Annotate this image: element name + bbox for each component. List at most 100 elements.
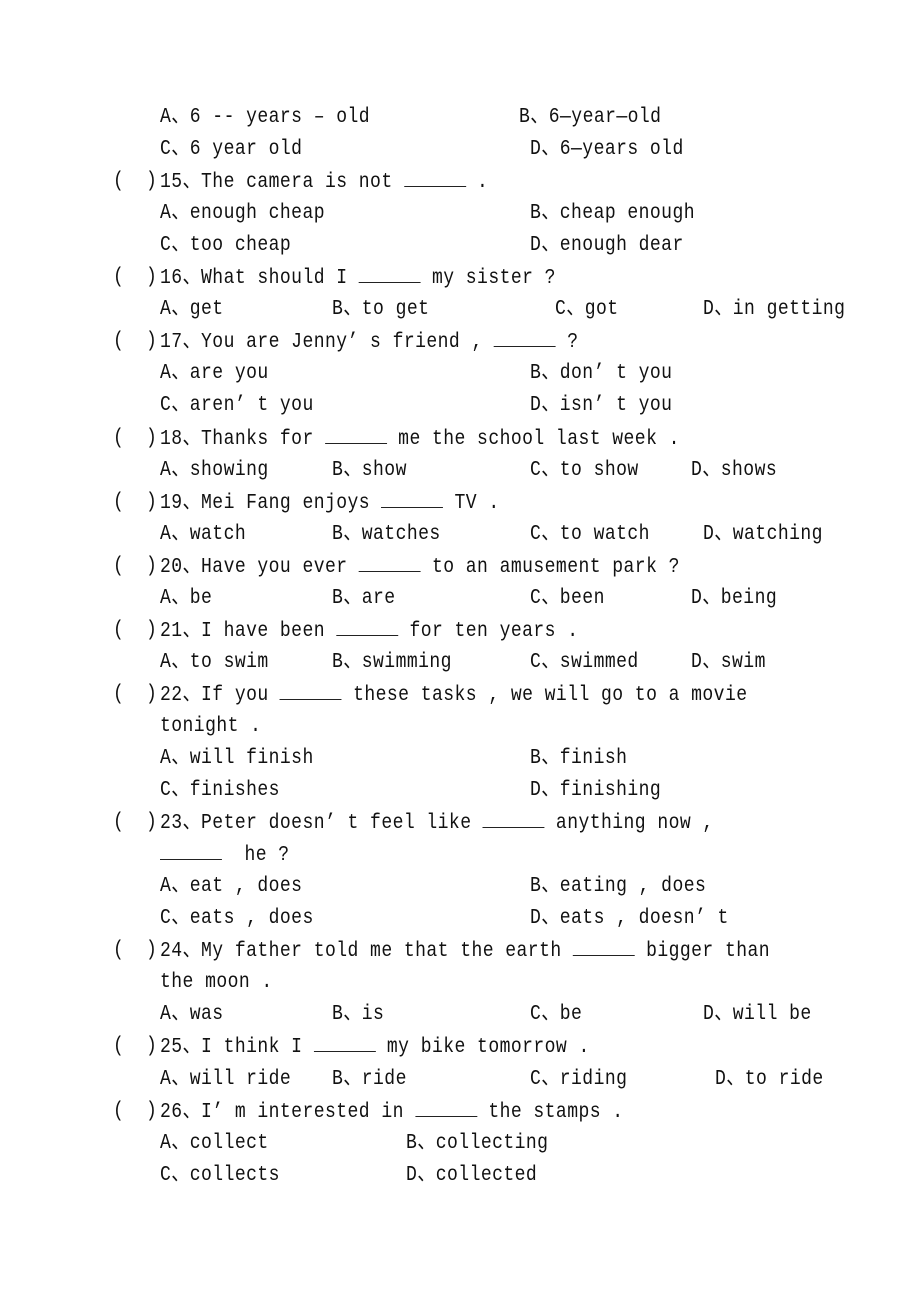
stem-text-after: to an amusement park ?	[420, 555, 680, 579]
answer-slot[interactable]	[124, 326, 144, 354]
option-c[interactable]: C、to show	[530, 455, 639, 487]
answer-slot[interactable]	[124, 423, 144, 451]
answer-slot[interactable]	[124, 487, 144, 515]
fill-in-blank	[358, 551, 421, 572]
stem-text-after: me the school last week .	[386, 427, 680, 451]
option-c[interactable]: C、swimmed	[530, 647, 639, 679]
option-letter: A	[160, 106, 172, 129]
option-d[interactable]: D、being	[691, 583, 777, 615]
option-b[interactable]: B、finish	[530, 743, 627, 775]
option-b[interactable]: B、are	[332, 583, 396, 615]
option-letter: C	[160, 1163, 172, 1187]
answer-slot[interactable]	[124, 807, 144, 835]
option-d[interactable]: D、swim	[691, 647, 766, 679]
option-a[interactable]: A、will finish	[160, 743, 314, 775]
options-row: A、to swim B、swimming C、swimmed D、swim	[0, 647, 920, 679]
question-stem-line: () 25、I think I my bike tomorrow .	[0, 1031, 920, 1063]
option-text: 6—years old	[559, 138, 684, 162]
option-text: will be	[732, 1003, 812, 1027]
option-a[interactable]: A、showing	[160, 455, 269, 487]
option-c[interactable]: C、to watch	[530, 519, 650, 551]
option-b[interactable]: B、watches	[332, 519, 441, 551]
answer-slot[interactable]	[124, 615, 144, 643]
option-letter: A	[160, 362, 172, 386]
option-d[interactable]: D、will be	[703, 999, 812, 1031]
option-b[interactable]: B、6—year—old	[519, 102, 661, 134]
stem-text-after: my bike tomorrow .	[375, 1036, 590, 1060]
answer-paren-close: )	[146, 490, 158, 514]
option-a[interactable]: A、be	[160, 583, 212, 615]
option-c[interactable]: C、been	[530, 583, 605, 615]
answer-slot[interactable]	[124, 262, 144, 290]
option-d[interactable]: D、watching	[703, 519, 823, 551]
option-d[interactable]: D、in getting	[703, 294, 845, 326]
option-d[interactable]: D、collected	[406, 1160, 537, 1192]
option-a[interactable]: A、are you	[160, 358, 269, 390]
option-b[interactable]: B、swimming	[332, 647, 452, 679]
option-b[interactable]: B、cheap enough	[530, 198, 695, 230]
option-d[interactable]: D、6—years old	[530, 134, 684, 166]
option-text: be	[189, 586, 213, 610]
option-letter: B	[530, 875, 542, 899]
option-text: shows	[720, 458, 778, 482]
fill-in-blank	[572, 935, 635, 957]
option-a[interactable]: A、get	[160, 294, 224, 326]
option-c[interactable]: C、collects	[160, 1160, 280, 1192]
option-c[interactable]: C、got	[555, 294, 619, 326]
option-a[interactable]: A、watch	[160, 519, 246, 551]
option-b[interactable]: B、is	[332, 999, 384, 1031]
option-c[interactable]: C、6 year old	[160, 134, 302, 166]
option-d[interactable]: D、shows	[691, 455, 777, 487]
option-b[interactable]: B、ride	[332, 1064, 407, 1096]
option-d[interactable]: D、eats , doesn’ t	[530, 903, 729, 935]
option-c[interactable]: C、be	[530, 999, 582, 1031]
option-b[interactable]: B、eating , does	[530, 871, 706, 903]
option-text: too cheap	[189, 234, 292, 258]
answer-slot[interactable]	[124, 1031, 144, 1059]
option-a[interactable]: A、will ride	[160, 1064, 291, 1096]
option-d[interactable]: D、isn’ t you	[530, 390, 672, 422]
option-text: watches	[361, 522, 441, 546]
option-c[interactable]: C、eats , does	[160, 903, 314, 935]
option-text: to ride	[744, 1067, 824, 1091]
question-number: 23	[160, 812, 183, 836]
option-b[interactable]: B、don’ t you	[530, 358, 672, 390]
option-d[interactable]: D、to ride	[715, 1064, 824, 1096]
question-number: 20	[160, 555, 183, 579]
option-a[interactable]: A、eat , does	[160, 871, 302, 903]
stem-text-after: he ?	[221, 844, 290, 868]
option-separator: 、	[343, 650, 362, 674]
option-text: aren’ t you	[189, 394, 314, 418]
answer-slot[interactable]	[124, 166, 144, 194]
answer-slot[interactable]	[124, 679, 144, 707]
option-b[interactable]: B、collecting	[406, 1128, 548, 1160]
question-number: 18	[160, 427, 183, 451]
option-d[interactable]: D、enough dear	[530, 230, 684, 262]
option-letter: A	[160, 875, 172, 899]
option-separator: 、	[541, 522, 560, 546]
option-letter: C	[555, 298, 567, 322]
option-b[interactable]: B、show	[332, 455, 407, 487]
answer-slot[interactable]	[124, 935, 144, 963]
option-b[interactable]: B、to get	[332, 294, 429, 326]
option-letter: B	[530, 362, 542, 386]
stem-text-before: Have you ever	[201, 555, 359, 579]
option-a[interactable]: A、6 -- years – old	[160, 102, 370, 134]
option-a[interactable]: A、was	[160, 999, 224, 1031]
options-row: A、are you B、don’ t you	[0, 358, 920, 390]
answer-paren-open: (	[113, 330, 125, 354]
option-d[interactable]: D、finishing	[530, 775, 661, 807]
answer-slot[interactable]	[124, 1096, 144, 1124]
option-a[interactable]: A、enough cheap	[160, 198, 325, 230]
option-letter: C	[160, 394, 172, 418]
question-text: 15、The camera is not .	[160, 166, 488, 199]
option-a[interactable]: A、to swim	[160, 647, 269, 679]
option-c[interactable]: C、riding	[530, 1064, 627, 1096]
stem-text-before: Peter doesn’ t feel like	[201, 812, 483, 836]
option-c[interactable]: C、finishes	[160, 775, 280, 807]
option-c[interactable]: C、too cheap	[160, 230, 291, 262]
option-a[interactable]: A、collect	[160, 1128, 269, 1160]
option-c[interactable]: C、aren’ t you	[160, 390, 314, 422]
option-separator: 、	[702, 586, 721, 610]
answer-slot[interactable]	[124, 551, 144, 579]
